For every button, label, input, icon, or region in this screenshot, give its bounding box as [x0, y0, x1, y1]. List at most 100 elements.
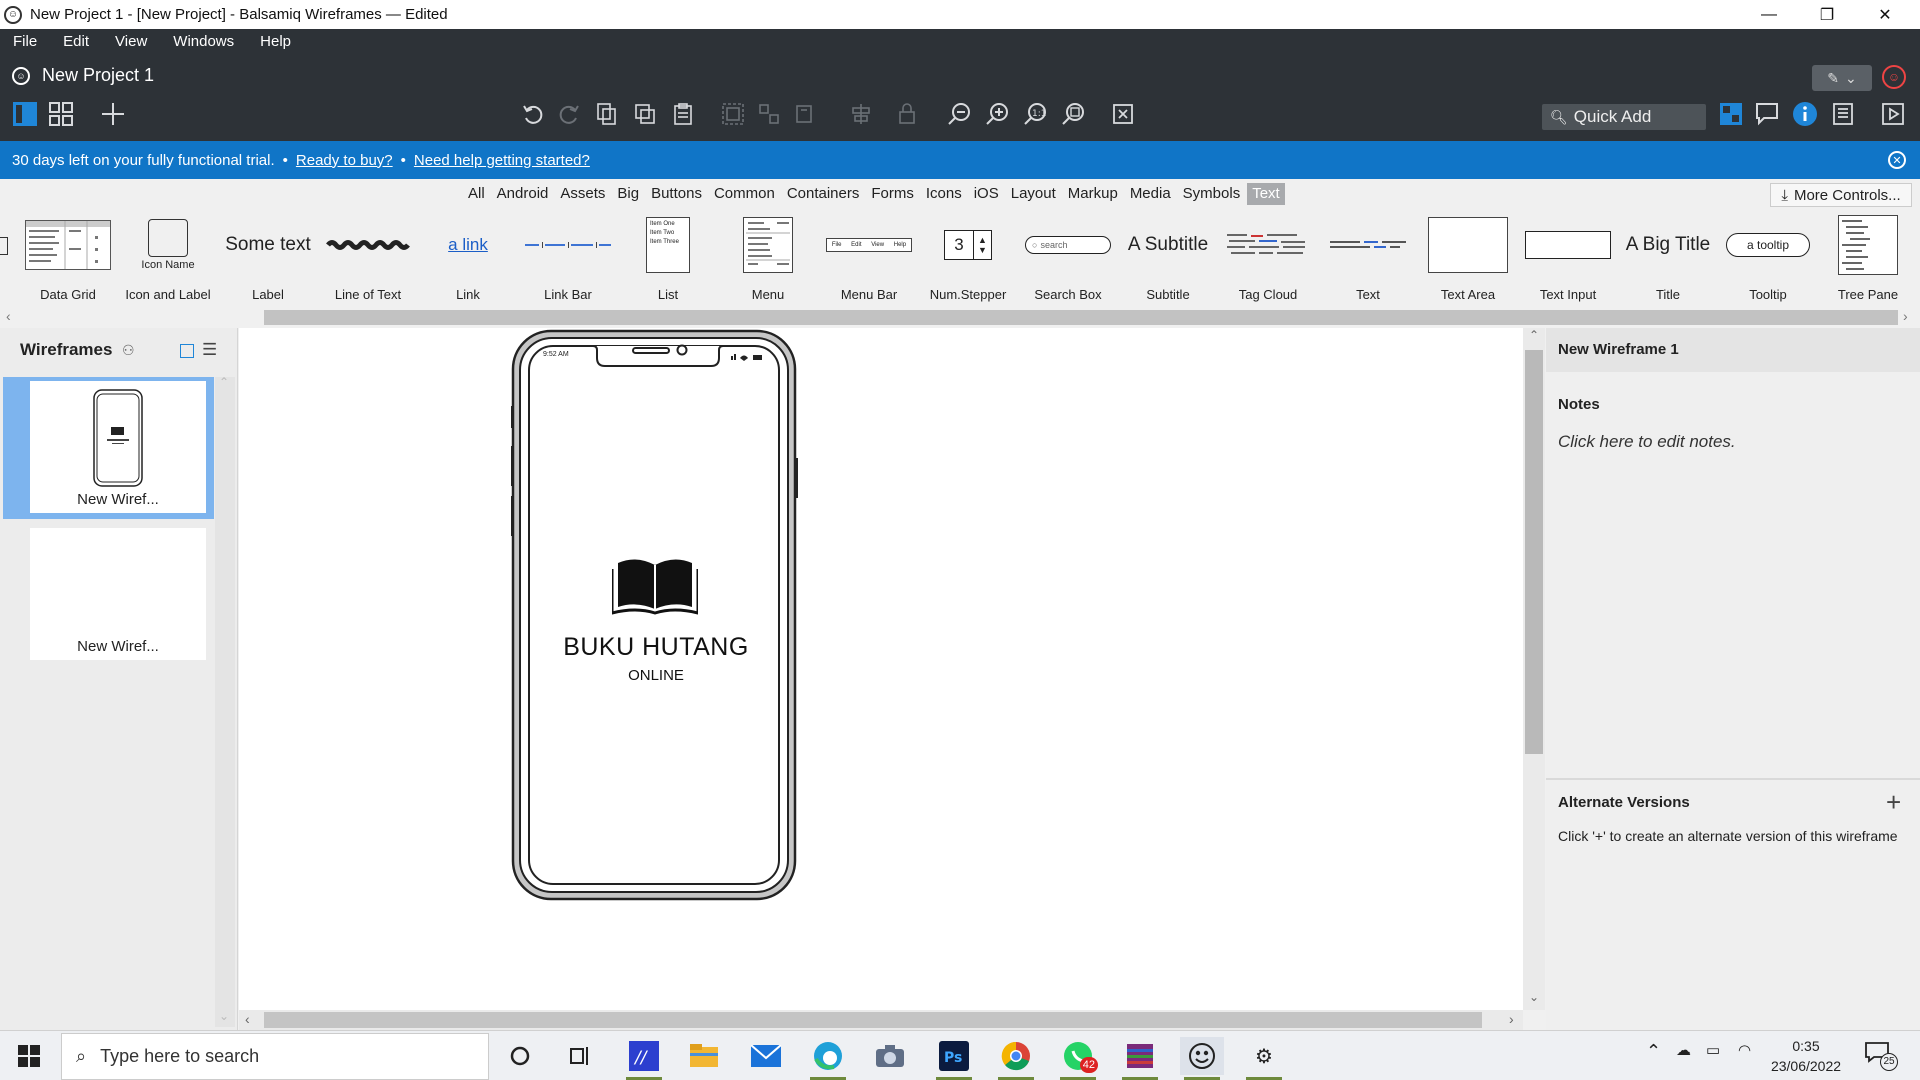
category-tab-forms[interactable]: Forms [866, 183, 919, 205]
scroll-down-icon[interactable]: ⌄ [1529, 990, 1539, 1004]
app-icon-blue[interactable]: // [622, 1037, 666, 1080]
component-menu-bar[interactable]: File Edit View Help Menu Bar [818, 209, 920, 307]
wireframes-scrollbar[interactable]: ⌃ ⌄ [215, 375, 235, 1027]
component-data-grid[interactable]: Data Grid [18, 209, 118, 307]
thumbnail-view-icon[interactable] [180, 344, 194, 358]
scroll-left-icon[interactable]: ‹ [6, 308, 11, 324]
restore-icon[interactable]: ❐ [1798, 0, 1856, 29]
scroll-up-icon[interactable]: ⌃ [1529, 328, 1539, 342]
iphone-wireframe[interactable] [511, 328, 801, 902]
component-num-stepper[interactable]: 3 ▲ ▼ Num.Stepper [918, 209, 1018, 307]
scroll-right-icon[interactable]: › [1903, 308, 1908, 324]
add-wireframe-icon[interactable] [98, 97, 128, 131]
category-tab-all[interactable]: All [463, 183, 490, 205]
camera-icon[interactable] [868, 1037, 912, 1075]
need-help-link[interactable]: Need help getting started? [414, 152, 590, 169]
close-icon[interactable]: ✕ [1856, 0, 1914, 29]
people-icon[interactable]: ⚇ [122, 342, 135, 359]
scroll-right-icon[interactable]: › [1509, 1011, 1514, 1027]
component-strip-scrollbar[interactable]: ‹ › [0, 307, 1920, 327]
copy-icon[interactable] [592, 97, 622, 131]
category-tab-text[interactable]: Text [1247, 183, 1285, 205]
component-label[interactable]: Some text Label [218, 209, 318, 307]
category-tab-media[interactable]: Media [1125, 183, 1176, 205]
mascot-icon[interactable]: ☺ [1882, 65, 1906, 89]
category-tab-containers[interactable]: Containers [782, 183, 865, 205]
component-tag-cloud[interactable]: Tag Cloud [1218, 209, 1318, 307]
balsamiq-taskbar-icon[interactable] [1180, 1037, 1224, 1080]
component-search-box[interactable]: ○ search Search Box [1018, 209, 1118, 307]
cortana-icon[interactable] [498, 1037, 542, 1075]
arrange-icon[interactable] [846, 97, 876, 131]
app-subtitle[interactable]: ONLINE [511, 667, 801, 684]
edit-mode-button[interactable]: ✎ ⌄ [1812, 65, 1872, 91]
category-tab-common[interactable]: Common [709, 183, 780, 205]
notes-field[interactable]: Click here to edit notes. [1558, 432, 1736, 452]
mail-icon[interactable] [744, 1037, 788, 1075]
project-name[interactable]: New Project 1 [42, 65, 154, 86]
zoom-in-icon[interactable] [982, 97, 1012, 131]
close-banner-icon[interactable]: ✕ [1888, 151, 1906, 169]
app-title[interactable]: BUKU HUTANG [511, 633, 801, 662]
grid-view-icon[interactable] [46, 97, 76, 131]
wireframe-thumbnail[interactable]: New Wiref... [30, 528, 206, 660]
comments-icon[interactable] [1752, 97, 1782, 131]
category-tab-ios[interactable]: iOS [969, 183, 1004, 205]
redo-icon[interactable] [554, 97, 584, 131]
canvas-horizontal-scrollbar[interactable]: ‹ › [239, 1010, 1523, 1030]
onedrive-icon[interactable]: ☁ [1676, 1041, 1691, 1059]
presentation-icon[interactable] [1878, 97, 1908, 131]
edge-browser-icon[interactable] [806, 1037, 850, 1080]
lock-icon[interactable] [892, 97, 922, 131]
task-view-icon[interactable] [558, 1037, 602, 1075]
wireframe-thumbnail[interactable]: New Wiref... [30, 381, 206, 513]
component-text[interactable]: Text [1318, 209, 1418, 307]
zoom-fit-icon[interactable] [1058, 97, 1088, 131]
single-view-icon[interactable] [10, 97, 40, 131]
category-tab-symbols[interactable]: Symbols [1178, 183, 1246, 205]
wireframe-title[interactable]: New Wireframe 1 [1546, 328, 1920, 372]
quick-add-input[interactable]: 🔍︎ Quick Add [1542, 104, 1706, 130]
menu-windows[interactable]: Windows [160, 33, 247, 50]
add-alternate-button[interactable]: + [1886, 789, 1901, 815]
component-subtitle[interactable]: A Subtitle Subtitle [1118, 209, 1218, 307]
category-tab-buttons[interactable]: Buttons [646, 183, 707, 205]
wifi-icon[interactable]: ◠ [1738, 1041, 1751, 1059]
menu-edit[interactable]: Edit [50, 33, 102, 50]
file-explorer-icon[interactable] [682, 1037, 726, 1075]
scrollbar-thumb[interactable] [1525, 350, 1543, 754]
category-tab-assets[interactable]: Assets [555, 183, 610, 205]
scrollbar-thumb[interactable] [264, 310, 1898, 325]
scrollbar-thumb[interactable] [264, 1012, 1482, 1028]
ready-to-buy-link[interactable]: Ready to buy? [296, 152, 393, 169]
scroll-up-icon[interactable]: ⌃ [219, 375, 229, 389]
paste-icon[interactable] [668, 97, 698, 131]
undo-icon[interactable] [518, 97, 548, 131]
ungroup-icon[interactable] [754, 97, 784, 131]
category-tab-icons[interactable]: Icons [921, 183, 967, 205]
battery-icon[interactable]: ▭ [1706, 1041, 1720, 1059]
menu-help[interactable]: Help [247, 33, 304, 50]
component-text-area[interactable]: Text Area [1418, 209, 1518, 307]
minimize-icon[interactable]: — [1740, 0, 1798, 29]
component-menu[interactable]: Menu [718, 209, 818, 307]
ui-library-icon[interactable] [1716, 97, 1746, 131]
properties-panel-icon[interactable] [1828, 97, 1858, 131]
wireframe-canvas[interactable]: 9:52 AM BUKU HUTANG ONLINE [239, 328, 1523, 1010]
photoshop-icon[interactable]: Ps [932, 1037, 976, 1080]
canvas-vertical-scrollbar[interactable]: ⌃ ⌄ [1523, 328, 1545, 1010]
component-icon-and-label[interactable]: Icon Name Icon and Label [118, 209, 218, 307]
zoom-actual-icon[interactable]: 1:1 [1020, 97, 1050, 131]
component-title[interactable]: A Big Title Title [1618, 209, 1718, 307]
settings-gear-icon[interactable]: ⚙ [1242, 1037, 1286, 1080]
scroll-left-icon[interactable]: ‹ [245, 1011, 250, 1027]
component-list[interactable]: Item One Item Two Item Three List [618, 209, 718, 307]
chrome-icon[interactable] [994, 1037, 1038, 1080]
menu-view[interactable]: View [102, 33, 160, 50]
info-icon[interactable] [1790, 97, 1820, 131]
windows-start-icon[interactable] [18, 1045, 40, 1071]
category-tab-big[interactable]: Big [612, 183, 644, 205]
menu-file[interactable]: File [0, 33, 50, 50]
align-icon[interactable] [790, 97, 820, 131]
system-clock[interactable]: 0:35 23/06/2022 [1766, 1036, 1846, 1076]
